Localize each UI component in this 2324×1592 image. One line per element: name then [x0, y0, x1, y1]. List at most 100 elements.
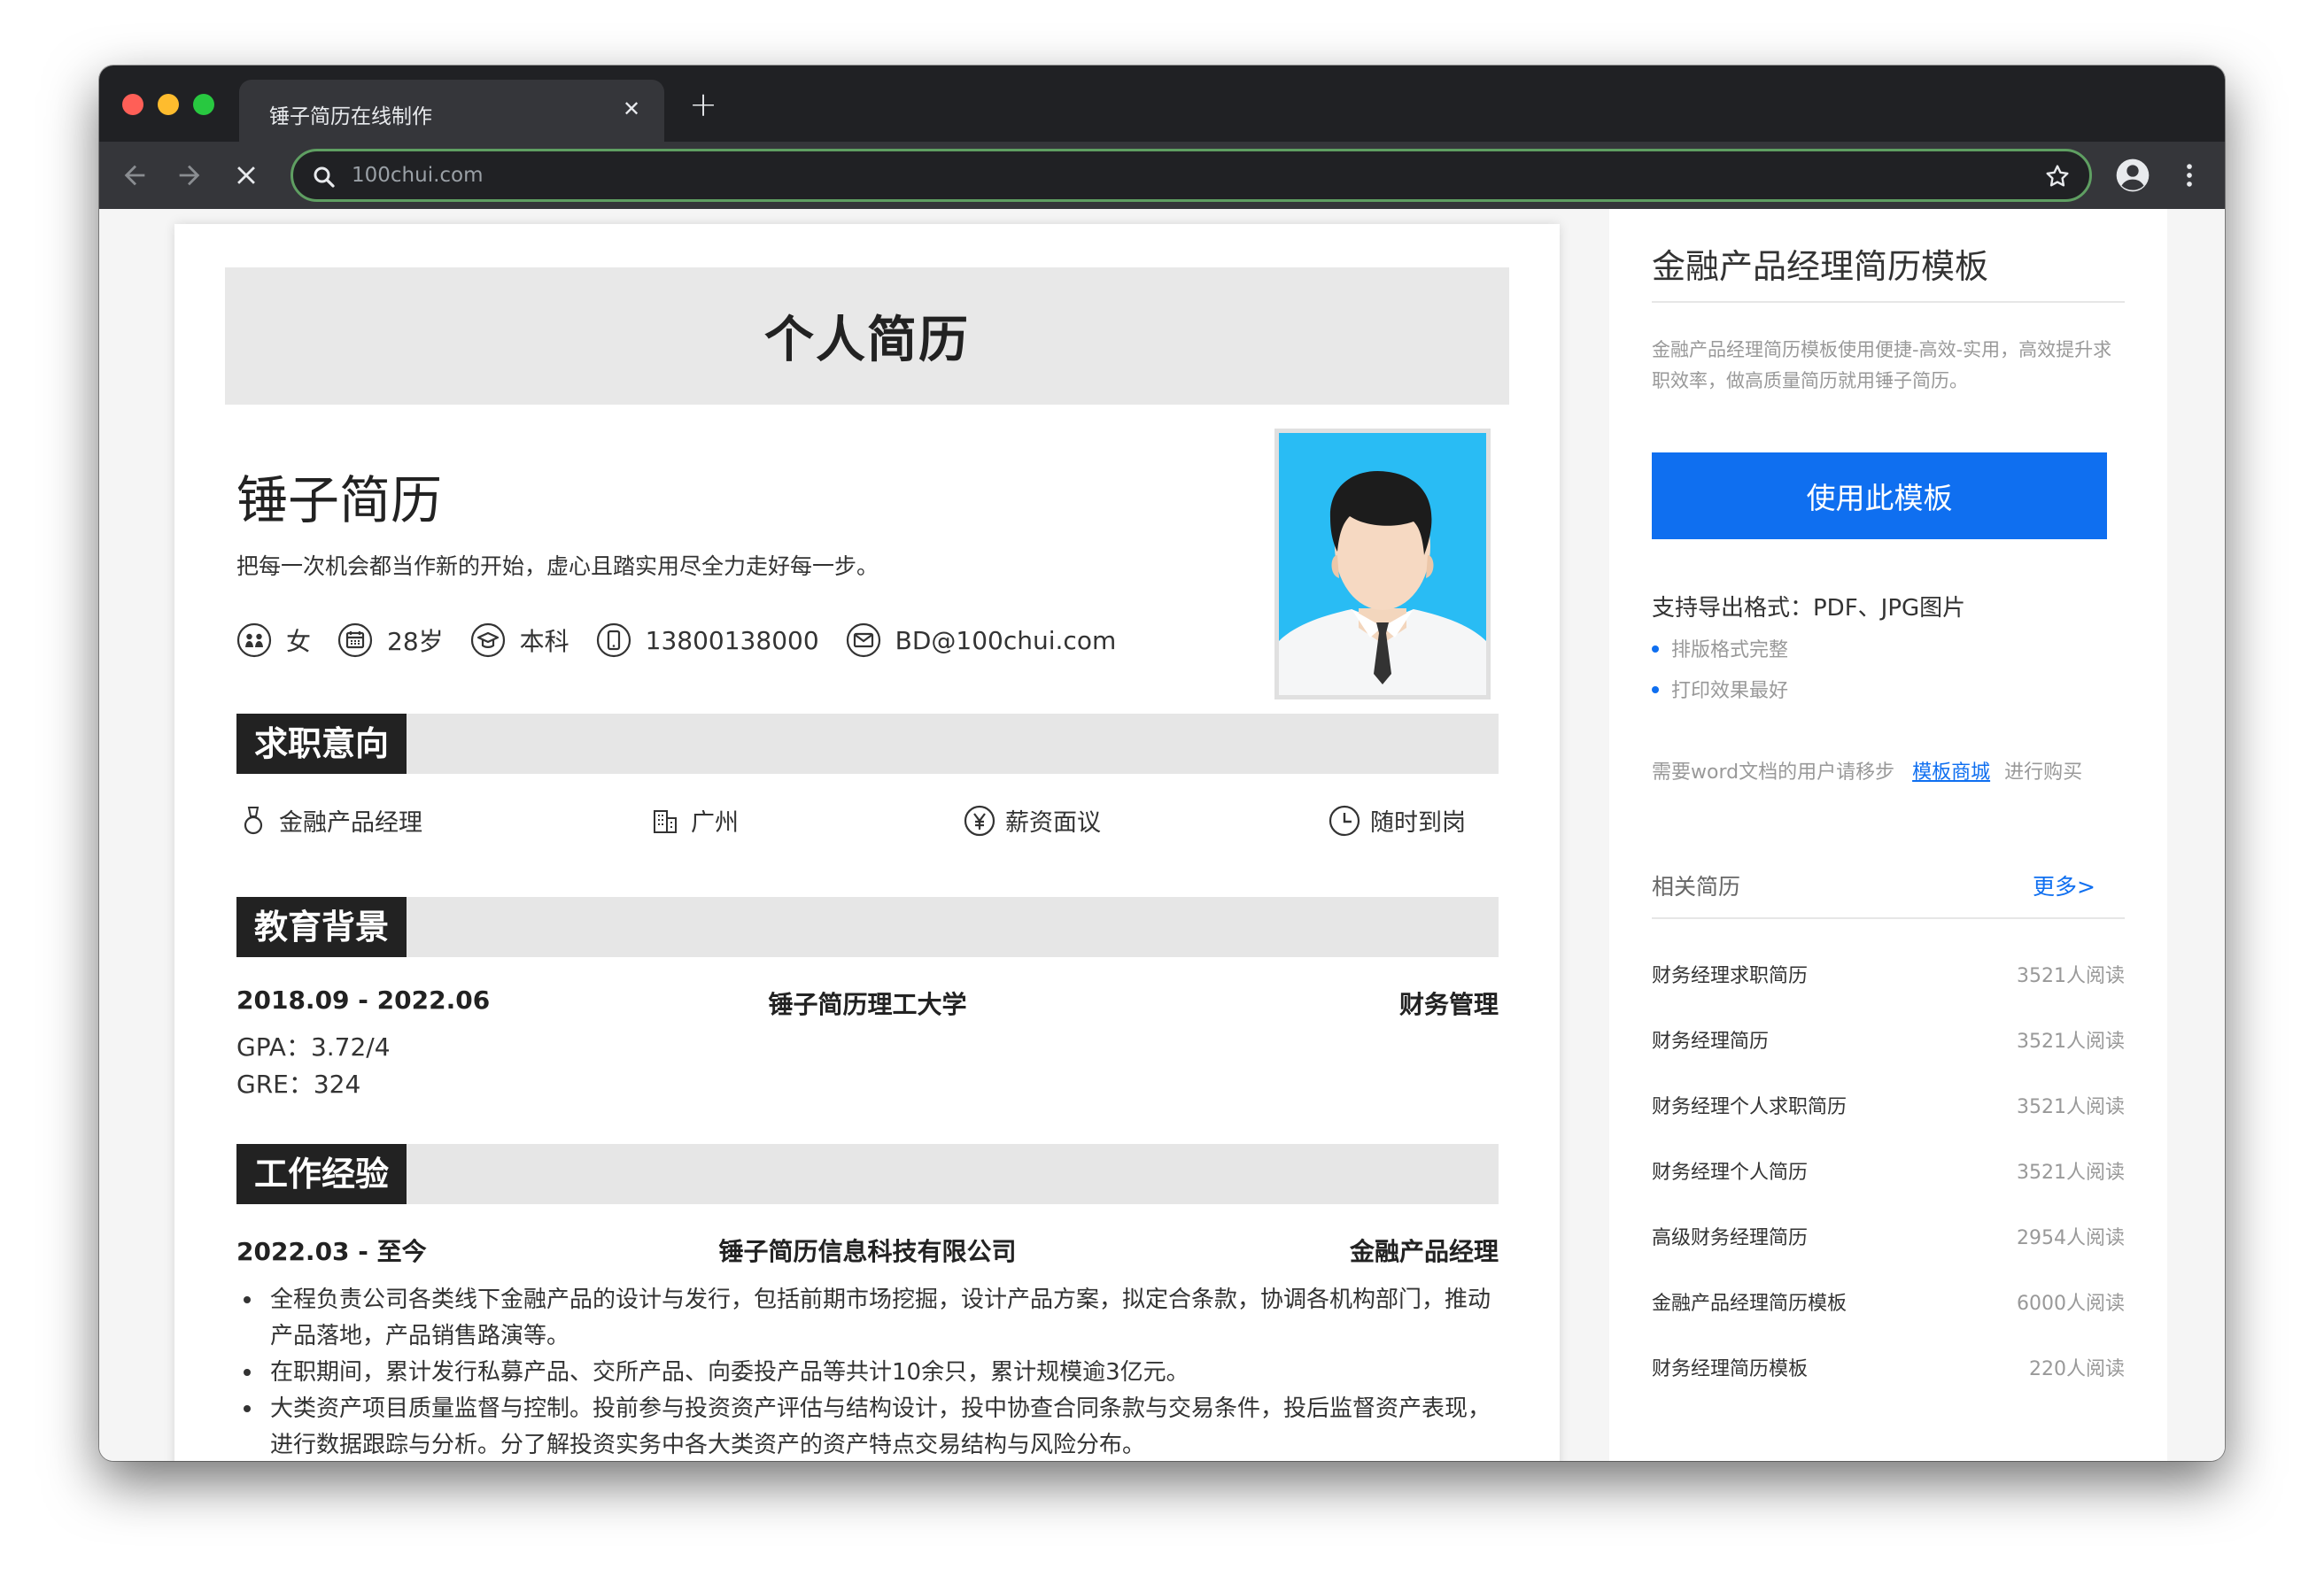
phone-text: 13800138000 — [645, 625, 819, 655]
resume-motto: 把每一次机会都当作新的开始，虚心且踏实用尽全力走好每一步。 — [236, 553, 879, 579]
resume-preview: 个人简历 锤子简历 把每一次机会都当作新的开始，虚心且踏实用尽全力走好每一步。 … — [174, 224, 1560, 1461]
personal-info-row: 女 28岁 本科 13800138000 BD@100chui.com — [236, 622, 1143, 658]
tab-close-icon[interactable]: ✕ — [618, 96, 645, 122]
intent-salary-text: 薪资面议 — [1005, 809, 1101, 837]
resume-header-title: 个人简历 — [764, 312, 970, 369]
intent-position-text: 金融产品经理 — [279, 809, 422, 837]
browser-window: 锤子简历在线制作 ✕ + 100chui.com 个人简历 锤子简历 把每一次机… — [99, 66, 2225, 1461]
work-company: 锤子简历信息科技有限公司 — [718, 1237, 1017, 1266]
related-divider — [1652, 917, 2125, 919]
minimize-window-button[interactable] — [158, 94, 179, 115]
forward-button[interactable] — [167, 152, 213, 198]
maximize-window-button[interactable] — [193, 94, 214, 115]
close-window-button[interactable] — [122, 94, 143, 115]
education-gre: GRE：324 — [236, 1070, 361, 1099]
url-text: 100chui.com — [352, 164, 484, 187]
related-item[interactable]: 财务经理个人简历 3521人阅读 — [1652, 1156, 2125, 1192]
related-item-views: 6000人阅读 — [2017, 1293, 2125, 1315]
work-bullet: 大类资产项目质量监督与控制。投前参与投资资产评估与结构设计，投中协查合同条款与交… — [236, 1391, 1499, 1461]
resume-header-bar: 个人简历 — [225, 267, 1509, 405]
work-section-bar: 工作经验 — [236, 1144, 1499, 1204]
profile-photo — [1274, 429, 1491, 699]
related-item[interactable]: 金融产品经理简历模板 6000人阅读 — [1652, 1287, 2125, 1323]
related-item-views: 220人阅读 — [2029, 1358, 2125, 1380]
template-description: 金融产品经理简历模板使用便捷-高效-实用，高效提升求职效率，做高质量简历就用锤子… — [1652, 339, 2112, 391]
template-store-link[interactable]: 模板商城 — [1912, 761, 1990, 784]
stop-x-icon — [237, 166, 255, 184]
related-item-views: 2954人阅读 — [2017, 1227, 2125, 1249]
phone-icon — [596, 622, 631, 658]
bookmark-star-icon[interactable] — [2043, 162, 2072, 190]
intent-availability: 随时到岗 — [1328, 803, 1466, 838]
related-item-title: 财务经理个人求职简历 — [1652, 1096, 1848, 1118]
stop-loading-button[interactable] — [223, 152, 269, 198]
related-item[interactable]: 财务经理个人求职简历 3521人阅读 — [1652, 1091, 2125, 1126]
kebab-menu-icon — [2187, 164, 2192, 187]
degree-text: 本科 — [519, 627, 569, 656]
building-icon — [654, 809, 677, 833]
export-formats: 支持导出格式：PDF、JPG图片 — [1652, 595, 1966, 622]
education-gpa: GPA：3.72/4 — [236, 1032, 391, 1062]
related-item-title: 金融产品经理简历模板 — [1652, 1293, 1848, 1315]
feature-text: 打印效果最好 — [1671, 680, 1789, 702]
related-item-views: 3521人阅读 — [2017, 965, 2125, 987]
intent-city: 广州 — [648, 803, 739, 838]
address-bar[interactable]: 100chui.com — [290, 149, 2092, 202]
intent-availability-text: 随时到岗 — [1370, 809, 1466, 837]
more-related-link[interactable]: 更多> — [2033, 869, 2095, 901]
related-item-title: 财务经理个人简历 — [1652, 1162, 1809, 1184]
search-icon — [314, 166, 335, 188]
related-item[interactable]: 财务经理简历 3521人阅读 — [1652, 1025, 2125, 1061]
clock-icon — [1329, 805, 1360, 836]
related-item-title: 财务经理简历 — [1652, 1031, 1770, 1053]
gender-icon — [236, 622, 272, 658]
related-item[interactable]: 高级财务经理简历 2954人阅读 — [1652, 1222, 2125, 1257]
work-bullet: 全程负责公司各类线下金融产品的设计与发行，包括前期市场挖掘，设计产品方案，拟定合… — [236, 1282, 1499, 1355]
education-major: 财务管理 — [1398, 990, 1499, 1019]
email-text: BD@100chui.com — [895, 625, 1117, 655]
related-item-title: 高级财务经理简历 — [1652, 1227, 1809, 1249]
related-item[interactable]: 财务经理求职简历 3521人阅读 — [1652, 960, 2125, 995]
browser-menu-button[interactable] — [2166, 152, 2212, 198]
intent-section-bar: 求职意向 — [236, 714, 1499, 774]
feature-item: 打印效果最好 — [1652, 675, 1788, 703]
education-section-bar: 教育背景 — [236, 897, 1499, 957]
back-arrow-icon — [124, 165, 145, 186]
education-section-title: 教育背景 — [236, 897, 407, 957]
resume-name: 锤子简历 — [236, 470, 443, 530]
profile-button[interactable] — [2110, 152, 2156, 198]
back-button[interactable] — [112, 152, 158, 198]
avatar-illustration — [1279, 433, 1486, 695]
related-item[interactable]: 财务经理简历模板 220人阅读 — [1652, 1353, 2125, 1388]
word-notice-suffix: 进行购买 — [2004, 761, 2083, 784]
tab-title: 锤子简历在线制作 — [269, 105, 432, 128]
browser-tab[interactable]: 锤子简历在线制作 ✕ — [239, 80, 664, 142]
related-item-views: 3521人阅读 — [2017, 1031, 2125, 1053]
work-bullet-list: 全程负责公司各类线下金融产品的设计与发行，包括前期市场挖掘，设计产品方案，拟定合… — [236, 1282, 1499, 1461]
related-item-title: 财务经理简历模板 — [1652, 1358, 1809, 1380]
related-item-views: 3521人阅读 — [2017, 1162, 2125, 1184]
email-icon — [846, 622, 880, 658]
new-tab-button[interactable]: + — [684, 85, 723, 124]
work-title: 金融产品经理 — [1349, 1237, 1499, 1266]
word-notice: 需要word文档的用户请移步 模板商城 进行购买 — [1652, 756, 2082, 784]
gender-text: 女 — [286, 627, 312, 656]
page-viewport: 个人简历 锤子简历 把每一次机会都当作新的开始，虚心且踏实用尽全力走好每一步。 … — [99, 209, 2225, 1461]
template-sidebar: 金融产品经理简历模板 金融产品经理简历模板使用便捷-高效-实用，高效提升求职效率… — [1609, 209, 2167, 1461]
education-school: 锤子简历理工大学 — [768, 990, 967, 1019]
degree-icon — [470, 622, 505, 658]
template-title: 金融产品经理简历模板 — [1652, 247, 1989, 286]
medal-icon — [244, 806, 263, 834]
calendar-icon — [337, 622, 373, 658]
account-circle-icon — [2116, 158, 2150, 192]
intent-city-text: 广州 — [691, 809, 739, 837]
word-notice-prefix: 需要word文档的用户请移步 — [1652, 761, 1895, 784]
related-item-views: 3521人阅读 — [2017, 1096, 2125, 1118]
feature-item: 排版格式完整 — [1652, 634, 1788, 662]
intent-section-title: 求职意向 — [236, 714, 407, 774]
related-item-title: 财务经理求职简历 — [1652, 965, 1809, 987]
yen-icon — [964, 805, 995, 836]
use-template-button[interactable]: 使用此模板 — [1652, 452, 2107, 539]
age-text: 28岁 — [387, 627, 444, 656]
work-bullet: 在职期间，累计发行私募产品、交所产品、向委投产品等共计10余只，累计规模逾3亿元… — [236, 1355, 1499, 1391]
